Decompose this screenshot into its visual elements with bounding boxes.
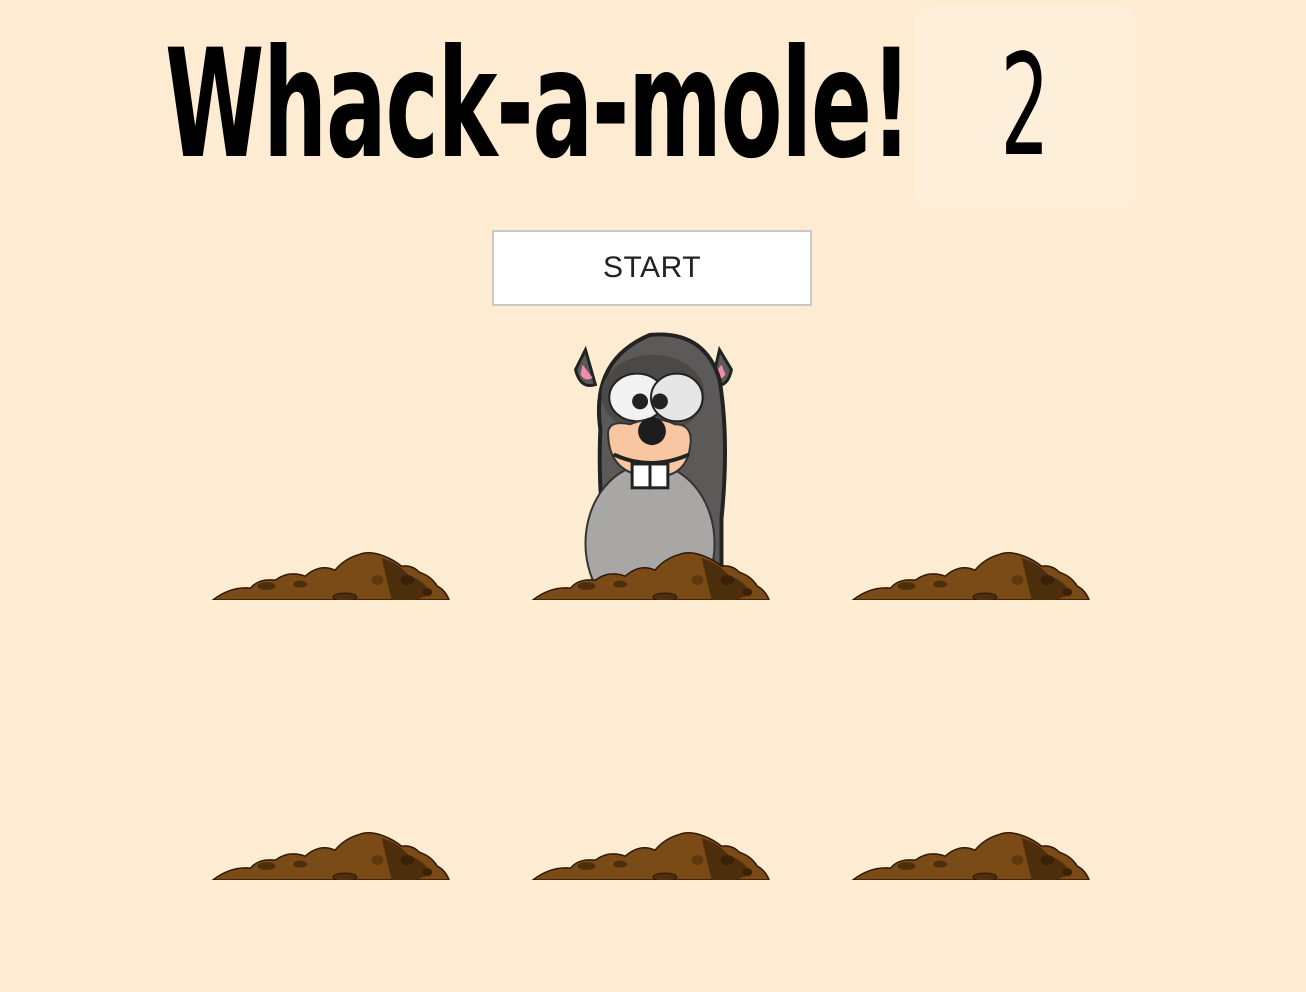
hole-graphic [851, 831, 1090, 880]
start-button[interactable]: START [492, 230, 812, 306]
dirt-mound [211, 551, 450, 600]
game-grid [170, 320, 1130, 900]
dirt-mound [851, 831, 1090, 880]
game-title: Whack-a-mole! [165, 18, 912, 192]
hole-graphic [851, 551, 1090, 600]
hole-3[interactable] [810, 320, 1130, 600]
dirt-mound [211, 831, 450, 880]
score-board: 2 [914, 6, 1136, 208]
left-eye [632, 393, 649, 410]
hole-4[interactable] [170, 600, 490, 880]
hole-graphic [211, 831, 450, 880]
hole-1[interactable] [170, 320, 490, 600]
hole-6[interactable] [810, 600, 1130, 880]
hole-5[interactable] [490, 600, 810, 880]
dirt-mound [851, 551, 1090, 600]
hole-graphic [531, 332, 770, 600]
hole-graphic [531, 831, 770, 880]
score-value: 2 [1000, 25, 1050, 188]
nose [638, 417, 666, 446]
hole-graphic [211, 551, 450, 600]
right-eye [651, 393, 668, 410]
hole-2[interactable] [490, 320, 810, 600]
dirt-mound [531, 831, 770, 880]
